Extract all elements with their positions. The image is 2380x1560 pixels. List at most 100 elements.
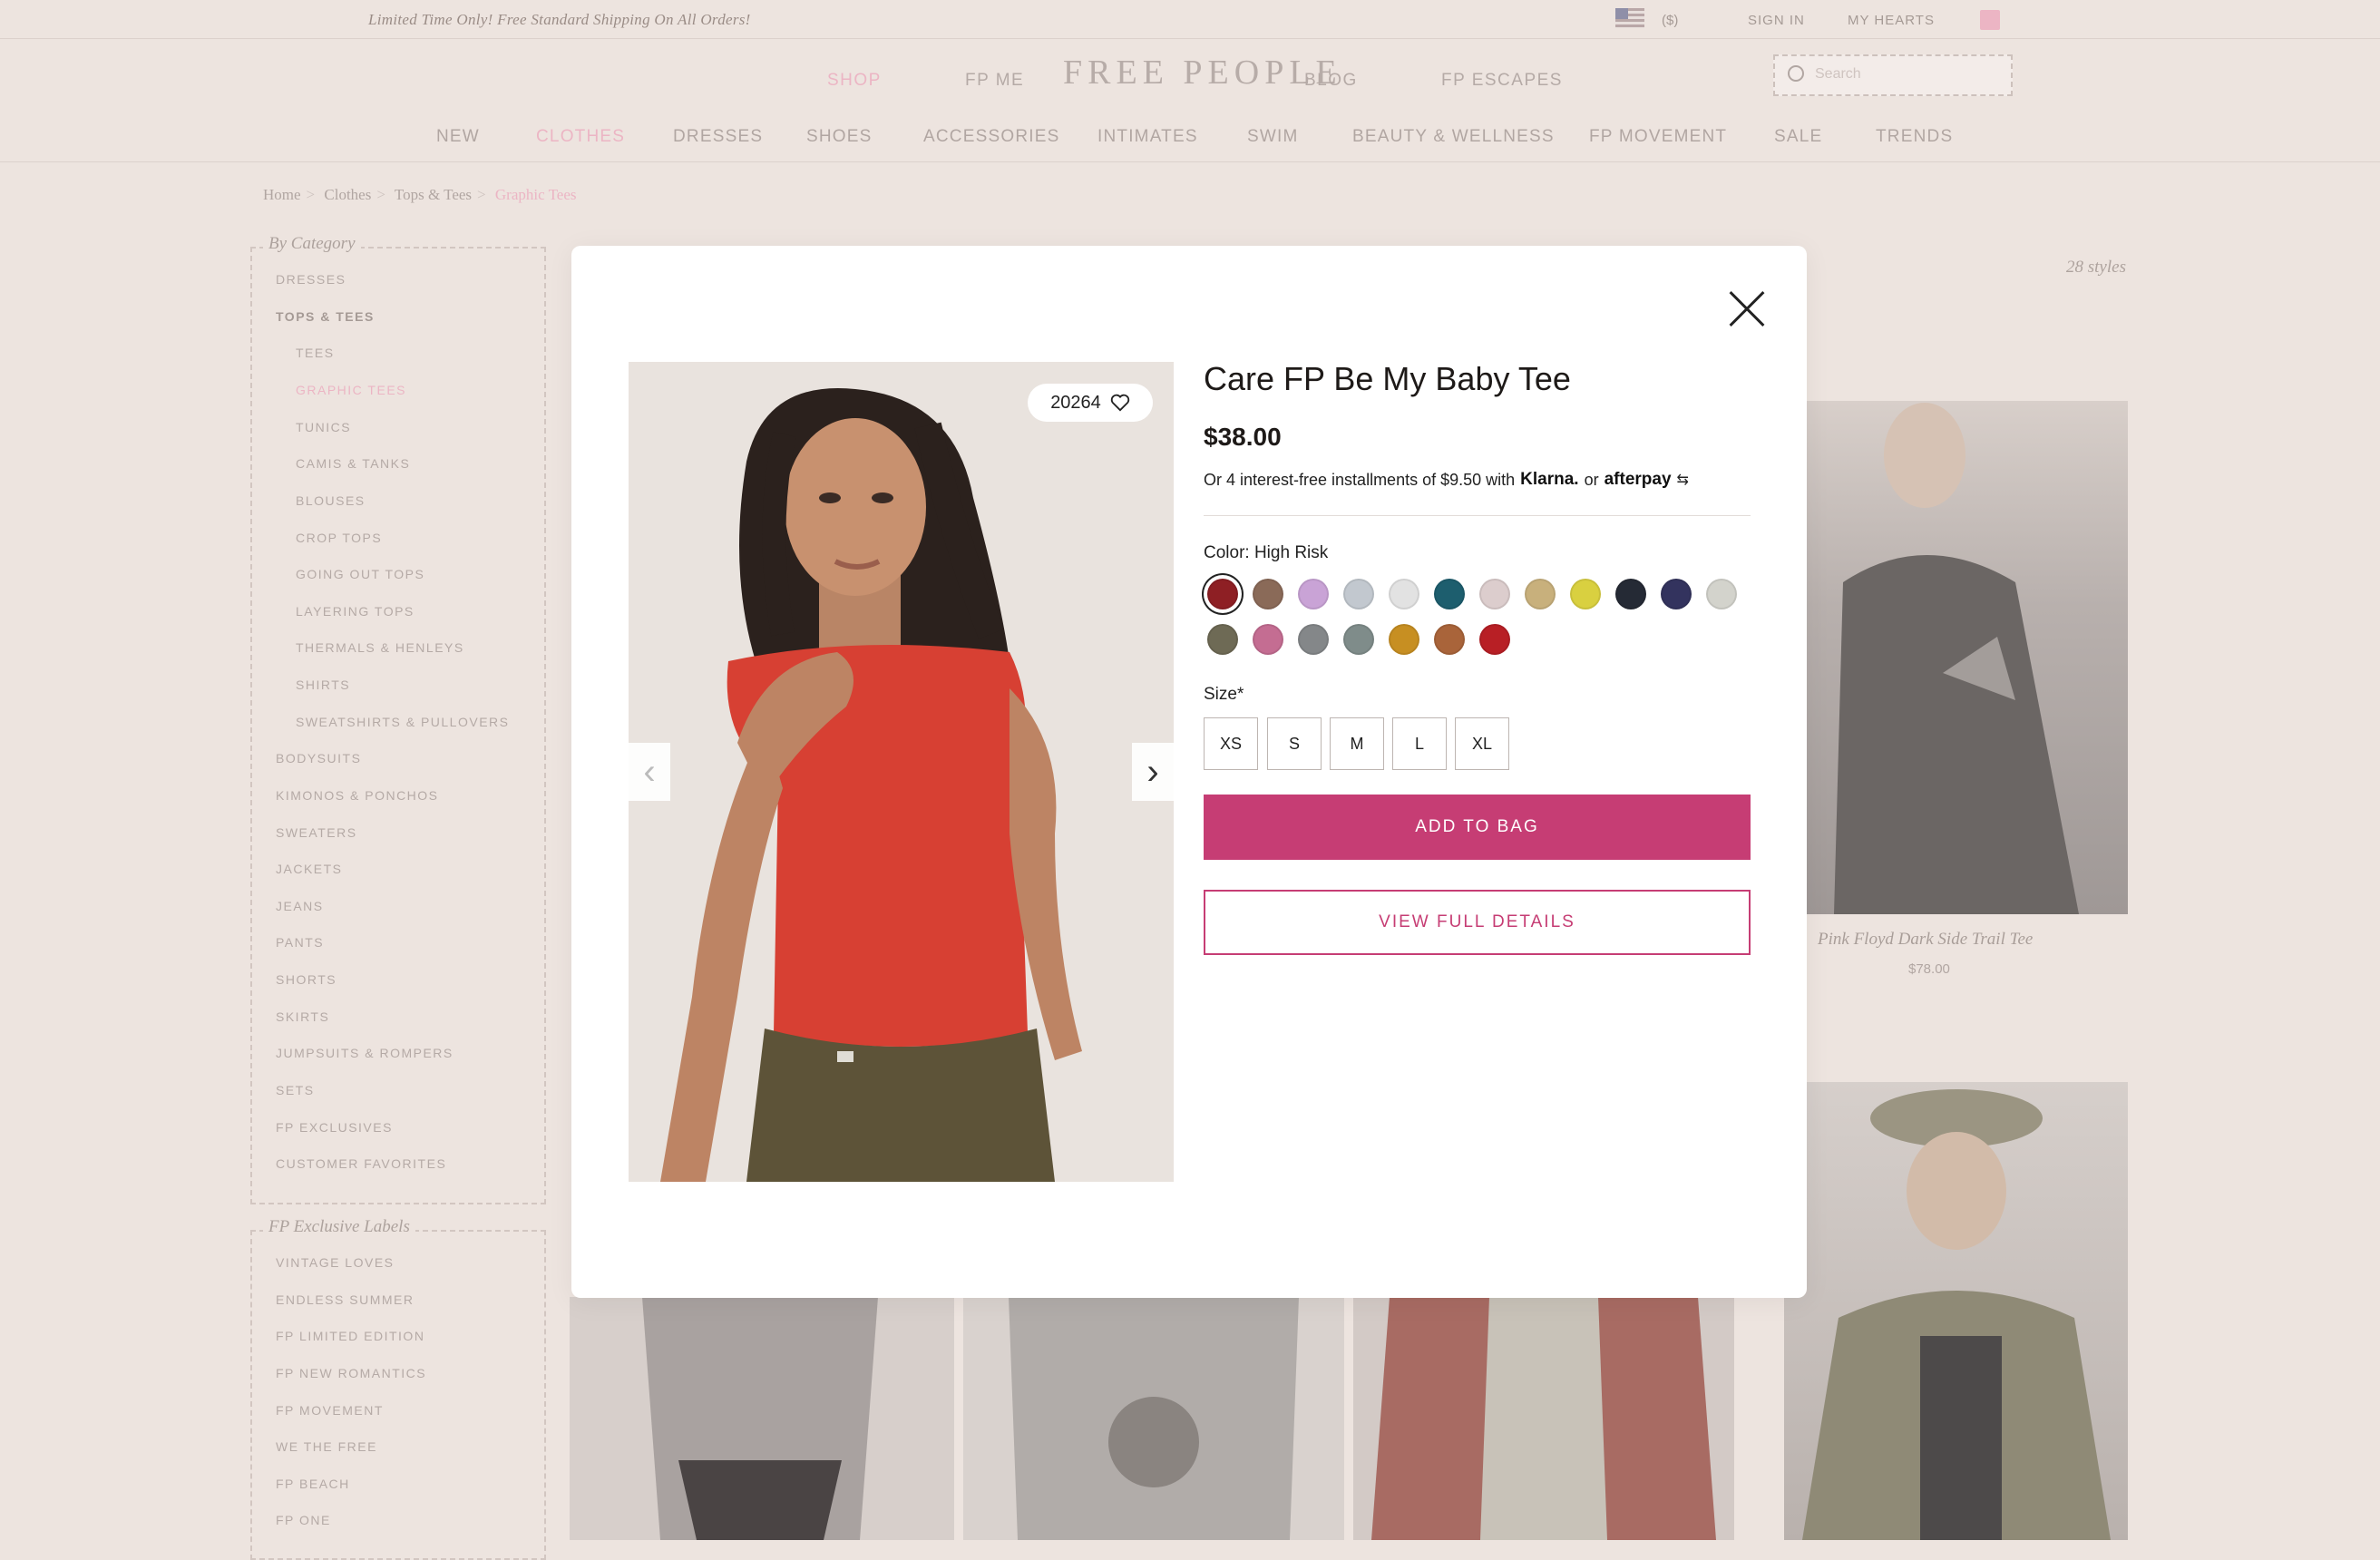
size-l-button[interactable]: L <box>1392 717 1447 770</box>
nav-fp-me[interactable]: FP ME <box>965 71 1024 91</box>
catnav-intimates[interactable]: INTIMATES <box>1097 127 1198 147</box>
sidebar-item-jumpsuits[interactable]: JUMPSUITS & ROMPERS <box>276 1046 454 1060</box>
sidebar-item-fp-exclusives[interactable]: FP EXCLUSIVES <box>276 1120 393 1135</box>
color-swatch[interactable] <box>1661 579 1692 609</box>
color-swatch[interactable] <box>1298 624 1329 655</box>
free-people-logo[interactable]: FREE PEOPLE <box>1063 53 1342 93</box>
product-image-army-cap[interactable] <box>1784 1082 2128 1540</box>
search-input[interactable]: Search <box>1773 54 2013 96</box>
breadcrumb-tops-tees[interactable]: Tops & Tees <box>395 186 472 203</box>
sidebar-item-tops-tees[interactable]: TOPS & TEES <box>276 309 375 324</box>
hearts-button[interactable]: 20264 <box>1028 384 1153 422</box>
color-swatch[interactable] <box>1298 579 1329 609</box>
label-item-endless-summer[interactable]: ENDLESS SUMMER <box>276 1292 414 1307</box>
product-image-pink-floyd[interactable] <box>1807 401 2128 914</box>
product-image-ramone-tee[interactable] <box>570 1297 954 1540</box>
currency-selector[interactable]: ($) <box>1662 13 1678 28</box>
sidebar-item-bodysuits[interactable]: BODYSUITS <box>276 751 361 765</box>
color-swatch[interactable] <box>1253 624 1283 655</box>
color-label: Color: High Risk <box>1204 543 1329 562</box>
breadcrumb-clothes[interactable]: Clothes <box>324 186 371 203</box>
sidebar-item-tees[interactable]: TEES <box>296 346 335 360</box>
prev-image-button[interactable]: ‹ <box>629 743 670 801</box>
color-swatch[interactable] <box>1207 579 1238 609</box>
promo-banner[interactable]: Limited Time Only! Free Standard Shippin… <box>368 11 751 29</box>
label-item-fp-beach[interactable]: FP BEACH <box>276 1477 350 1491</box>
sidebar-item-crop-tops[interactable]: CROP TOPS <box>296 531 382 545</box>
size-s-button[interactable]: S <box>1267 717 1322 770</box>
klarna-logo[interactable]: Klarna. <box>1520 470 1578 490</box>
catnav-new[interactable]: NEW <box>436 127 480 147</box>
catnav-swim[interactable]: SWIM <box>1247 127 1299 147</box>
catnav-trends[interactable]: TRENDS <box>1876 127 1953 147</box>
color-swatch[interactable] <box>1479 624 1510 655</box>
size-m-button[interactable]: M <box>1330 717 1384 770</box>
color-swatch[interactable] <box>1706 579 1737 609</box>
sidebar-item-sets[interactable]: SETS <box>276 1083 315 1097</box>
category-nav: NEW CLOTHES DRESSES SHOES ACCESSORIES IN… <box>0 127 2380 162</box>
color-swatch[interactable] <box>1434 579 1465 609</box>
sidebar-item-sweaters[interactable]: SWEATERS <box>276 825 357 840</box>
us-flag-icon[interactable] <box>1615 8 1644 28</box>
close-icon[interactable] <box>1727 288 1767 328</box>
nav-fp-escapes[interactable]: FP ESCAPES <box>1441 71 1563 91</box>
color-swatch[interactable] <box>1389 579 1419 609</box>
product-image-needle-points[interactable] <box>963 1297 1344 1540</box>
sidebar-item-sweatshirts[interactable]: SWEATSHIRTS & PULLOVERS <box>296 715 509 729</box>
catnav-dresses[interactable]: DRESSES <box>673 127 763 147</box>
breadcrumb-home[interactable]: Home <box>263 186 301 203</box>
sidebar-item-camis-tanks[interactable]: CAMIS & TANKS <box>296 456 410 471</box>
sidebar-item-graphic-tees[interactable]: GRAPHIC TEES <box>296 383 406 397</box>
label-item-fp-movement[interactable]: FP MOVEMENT <box>276 1403 384 1418</box>
sidebar-item-dresses[interactable]: DRESSES <box>276 272 346 287</box>
sidebar-item-jeans[interactable]: JEANS <box>276 899 324 913</box>
sidebar-item-jackets[interactable]: JACKETS <box>276 862 343 876</box>
color-swatch[interactable] <box>1207 624 1238 655</box>
color-swatch[interactable] <box>1615 579 1646 609</box>
catnav-accessories[interactable]: ACCESSORIES <box>923 127 1059 147</box>
sidebar-item-skirts[interactable]: SKIRTS <box>276 1009 329 1024</box>
sidebar-item-pants[interactable]: PANTS <box>276 935 324 950</box>
label-item-fp-one[interactable]: FP ONE <box>276 1513 331 1527</box>
my-hearts-link[interactable]: MY HEARTS <box>1848 13 1935 28</box>
color-swatch[interactable] <box>1343 579 1374 609</box>
sidebar-item-going-out-tops[interactable]: GOING OUT TOPS <box>296 567 424 581</box>
nav-blog[interactable]: BLOG <box>1304 71 1358 91</box>
size-xs-button[interactable]: XS <box>1204 717 1258 770</box>
color-swatch[interactable] <box>1389 624 1419 655</box>
sidebar-item-tunics[interactable]: TUNICS <box>296 420 351 434</box>
color-swatch[interactable] <box>1570 579 1601 609</box>
sidebar-item-shorts[interactable]: SHORTS <box>276 972 337 987</box>
view-full-details-button[interactable]: VIEW FULL DETAILS <box>1204 890 1751 955</box>
size-xl-button[interactable]: XL <box>1455 717 1509 770</box>
sidebar-item-kimonos[interactable]: KIMONOS & PONCHOS <box>276 788 439 803</box>
shopping-bag-icon[interactable] <box>1980 10 2000 30</box>
catnav-beauty-wellness[interactable]: BEAUTY & WELLNESS <box>1352 127 1555 147</box>
sign-in-link[interactable]: SIGN IN <box>1748 13 1805 28</box>
product-image-allman-brothers[interactable] <box>1353 1297 1734 1540</box>
sidebar-item-thermals-henleys[interactable]: THERMALS & HENLEYS <box>296 640 464 655</box>
label-item-fp-new-romantics[interactable]: FP NEW ROMANTICS <box>276 1366 426 1380</box>
label-item-vintage-loves[interactable]: VINTAGE LOVES <box>276 1255 395 1270</box>
color-swatch[interactable] <box>1479 579 1510 609</box>
next-image-button[interactable]: › <box>1132 743 1174 801</box>
catnav-clothes[interactable]: CLOTHES <box>536 127 625 147</box>
nav-shop[interactable]: SHOP <box>827 71 882 91</box>
catnav-sale[interactable]: SALE <box>1774 127 1822 147</box>
color-swatch[interactable] <box>1434 624 1465 655</box>
add-to-bag-button[interactable]: ADD TO BAG <box>1204 795 1751 860</box>
sidebar-item-customer-favorites[interactable]: CUSTOMER FAVORITES <box>276 1156 446 1171</box>
label-item-we-the-free[interactable]: WE THE FREE <box>276 1439 377 1454</box>
afterpay-logo[interactable]: afterpay <box>1605 470 1672 490</box>
product-main-image[interactable] <box>629 362 1174 1182</box>
color-swatch[interactable] <box>1525 579 1556 609</box>
sidebar-item-blouses[interactable]: BLOUSES <box>296 493 366 508</box>
color-swatch[interactable] <box>1253 579 1283 609</box>
catnav-shoes[interactable]: SHOES <box>806 127 873 147</box>
color-swatch[interactable] <box>1343 624 1374 655</box>
product-name[interactable]: Pink Floyd Dark Side Trail Tee <box>1818 930 2033 950</box>
catnav-fp-movement[interactable]: FP MOVEMENT <box>1589 127 1727 147</box>
label-item-fp-limited-edition[interactable]: FP LIMITED EDITION <box>276 1329 424 1343</box>
sidebar-item-shirts[interactable]: SHIRTS <box>296 678 350 692</box>
sidebar-item-layering-tops[interactable]: LAYERING TOPS <box>296 604 415 619</box>
